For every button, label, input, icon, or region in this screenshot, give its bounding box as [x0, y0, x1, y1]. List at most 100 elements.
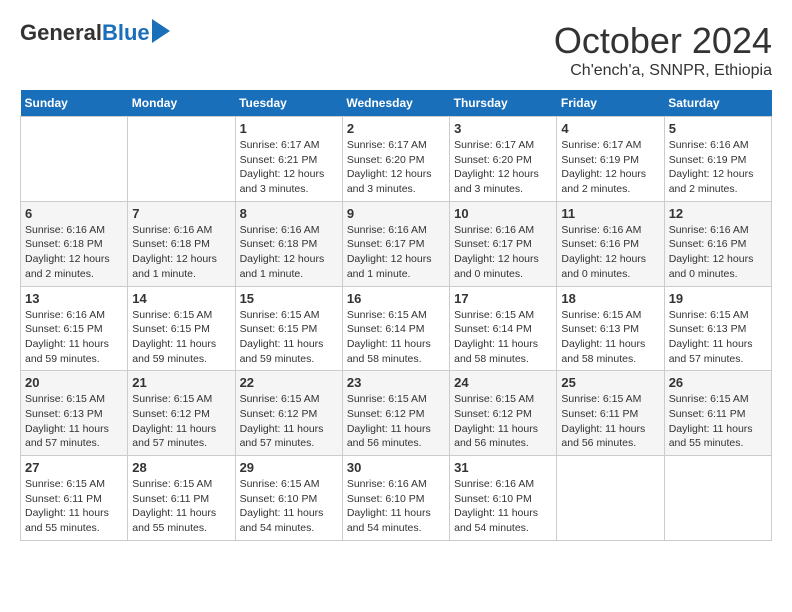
day-info: Sunrise: 6:15 AM Sunset: 6:12 PM Dayligh… — [454, 392, 552, 451]
calendar-cell: 8Sunrise: 6:16 AM Sunset: 6:18 PM Daylig… — [235, 201, 342, 286]
calendar-cell: 14 Sunrise: 6:15 AM Sunset: 6:15 PM Dayli… — [128, 286, 235, 371]
page-header: General Blue October 2024 Ch'ench'a, SNN… — [20, 20, 772, 80]
week-row-4: 20 Sunrise: 6:15 AM Sunset: 6:13 PM Dayli… — [21, 371, 772, 456]
day-number: 28 — [132, 460, 230, 475]
month-title: October 2024 — [554, 20, 772, 62]
day-number: 24 — [454, 375, 552, 390]
calendar-cell: 25 Sunrise: 6:15 AM Sunset: 6:11 PM Dayli… — [557, 371, 664, 456]
day-info: Sunrise: 6:16 AM Sunset: 6:18 PM Dayligh… — [132, 223, 230, 282]
calendar-cell: 4Sunrise: 6:17 AM Sunset: 6:19 PM Daylig… — [557, 117, 664, 202]
day-info: Sunrise: 6:15 AM Sunset: 6:11 PM Dayligh… — [561, 392, 659, 451]
calendar-cell — [21, 117, 128, 202]
day-info: Sunrise: 6:15 AM Sunset: 6:11 PM Dayligh… — [132, 477, 230, 536]
day-number: 8 — [240, 206, 338, 221]
calendar-cell: 12 Sunrise: 6:16 AM Sunset: 6:16 PM Dayli… — [664, 201, 771, 286]
day-info: Sunrise: 6:15 AM Sunset: 6:12 PM Dayligh… — [240, 392, 338, 451]
location-subtitle: Ch'ench'a, SNNPR, Ethiopia — [554, 62, 772, 80]
calendar-cell: 5 Sunrise: 6:16 AM Sunset: 6:19 PM Daylig… — [664, 117, 771, 202]
calendar-cell: 26 Sunrise: 6:15 AM Sunset: 6:11 PM Dayli… — [664, 371, 771, 456]
day-header-sunday: Sunday — [21, 90, 128, 117]
day-number: 3 — [454, 121, 552, 136]
calendar-cell: 15Sunrise: 6:15 AM Sunset: 6:15 PM Dayli… — [235, 286, 342, 371]
day-number: 19 — [669, 291, 767, 306]
day-info: Sunrise: 6:17 AM Sunset: 6:21 PM Dayligh… — [240, 138, 338, 197]
day-number: 4 — [561, 121, 659, 136]
day-info: Sunrise: 6:16 AM Sunset: 6:19 PM Dayligh… — [669, 138, 767, 197]
day-info: Sunrise: 6:16 AM Sunset: 6:10 PM Dayligh… — [454, 477, 552, 536]
day-header-wednesday: Wednesday — [342, 90, 449, 117]
day-number: 13 — [25, 291, 123, 306]
calendar-cell: 11Sunrise: 6:16 AM Sunset: 6:16 PM Dayli… — [557, 201, 664, 286]
logo-arrow-icon — [152, 19, 170, 43]
week-row-5: 27 Sunrise: 6:15 AM Sunset: 6:11 PM Dayli… — [21, 456, 772, 541]
day-info: Sunrise: 6:15 AM Sunset: 6:10 PM Dayligh… — [240, 477, 338, 536]
day-number: 25 — [561, 375, 659, 390]
calendar-cell — [557, 456, 664, 541]
calendar-cell: 1 Sunrise: 6:17 AM Sunset: 6:21 PM Daylig… — [235, 117, 342, 202]
day-number: 5 — [669, 121, 767, 136]
calendar-cell: 13Sunrise: 6:16 AM Sunset: 6:15 PM Dayli… — [21, 286, 128, 371]
day-number: 12 — [669, 206, 767, 221]
day-number: 7 — [132, 206, 230, 221]
day-number: 31 — [454, 460, 552, 475]
calendar-cell: 6Sunrise: 6:16 AM Sunset: 6:18 PM Daylig… — [21, 201, 128, 286]
day-header-thursday: Thursday — [450, 90, 557, 117]
calendar-cell: 31 Sunrise: 6:16 AM Sunset: 6:10 PM Dayli… — [450, 456, 557, 541]
title-block: October 2024 Ch'ench'a, SNNPR, Ethiopia — [554, 20, 772, 80]
day-info: Sunrise: 6:15 AM Sunset: 6:14 PM Dayligh… — [347, 308, 445, 367]
calendar-cell: 2Sunrise: 6:17 AM Sunset: 6:20 PM Daylig… — [342, 117, 449, 202]
calendar-cell: 10 Sunrise: 6:16 AM Sunset: 6:17 PM Dayli… — [450, 201, 557, 286]
logo-general: General — [20, 20, 102, 46]
calendar-cell: 23 Sunrise: 6:15 AM Sunset: 6:12 PM Dayli… — [342, 371, 449, 456]
day-info: Sunrise: 6:15 AM Sunset: 6:13 PM Dayligh… — [669, 308, 767, 367]
day-number: 11 — [561, 206, 659, 221]
day-info: Sunrise: 6:15 AM Sunset: 6:12 PM Dayligh… — [347, 392, 445, 451]
calendar-cell: 22 Sunrise: 6:15 AM Sunset: 6:12 PM Dayli… — [235, 371, 342, 456]
day-number: 17 — [454, 291, 552, 306]
day-number: 1 — [240, 121, 338, 136]
calendar-cell: 20 Sunrise: 6:15 AM Sunset: 6:13 PM Dayli… — [21, 371, 128, 456]
day-info: Sunrise: 6:17 AM Sunset: 6:20 PM Dayligh… — [454, 138, 552, 197]
day-number: 30 — [347, 460, 445, 475]
day-info: Sunrise: 6:15 AM Sunset: 6:14 PM Dayligh… — [454, 308, 552, 367]
calendar-cell — [664, 456, 771, 541]
week-row-2: 6Sunrise: 6:16 AM Sunset: 6:18 PM Daylig… — [21, 201, 772, 286]
day-info: Sunrise: 6:17 AM Sunset: 6:20 PM Dayligh… — [347, 138, 445, 197]
calendar-cell: 3 Sunrise: 6:17 AM Sunset: 6:20 PM Daylig… — [450, 117, 557, 202]
day-number: 18 — [561, 291, 659, 306]
day-info: Sunrise: 6:15 AM Sunset: 6:13 PM Dayligh… — [25, 392, 123, 451]
day-number: 22 — [240, 375, 338, 390]
calendar-cell: 21Sunrise: 6:15 AM Sunset: 6:12 PM Dayli… — [128, 371, 235, 456]
day-number: 10 — [454, 206, 552, 221]
day-header-friday: Friday — [557, 90, 664, 117]
calendar-cell: 7 Sunrise: 6:16 AM Sunset: 6:18 PM Daylig… — [128, 201, 235, 286]
calendar-cell: 24 Sunrise: 6:15 AM Sunset: 6:12 PM Dayli… — [450, 371, 557, 456]
calendar-cell: 19 Sunrise: 6:15 AM Sunset: 6:13 PM Dayli… — [664, 286, 771, 371]
day-number: 15 — [240, 291, 338, 306]
calendar-cell: 17 Sunrise: 6:15 AM Sunset: 6:14 PM Dayli… — [450, 286, 557, 371]
day-info: Sunrise: 6:15 AM Sunset: 6:11 PM Dayligh… — [669, 392, 767, 451]
week-row-1: 1 Sunrise: 6:17 AM Sunset: 6:21 PM Daylig… — [21, 117, 772, 202]
calendar-cell: 30 Sunrise: 6:16 AM Sunset: 6:10 PM Dayli… — [342, 456, 449, 541]
day-info: Sunrise: 6:16 AM Sunset: 6:17 PM Dayligh… — [454, 223, 552, 282]
day-info: Sunrise: 6:15 AM Sunset: 6:12 PM Dayligh… — [132, 392, 230, 451]
day-number: 26 — [669, 375, 767, 390]
day-number: 14 — [132, 291, 230, 306]
day-number: 16 — [347, 291, 445, 306]
calendar-cell — [128, 117, 235, 202]
day-info: Sunrise: 6:16 AM Sunset: 6:10 PM Dayligh… — [347, 477, 445, 536]
day-header-tuesday: Tuesday — [235, 90, 342, 117]
day-number: 23 — [347, 375, 445, 390]
logo: General Blue — [20, 20, 170, 46]
day-info: Sunrise: 6:16 AM Sunset: 6:18 PM Dayligh… — [25, 223, 123, 282]
day-info: Sunrise: 6:16 AM Sunset: 6:16 PM Dayligh… — [669, 223, 767, 282]
calendar-cell: 27Sunrise: 6:15 AM Sunset: 6:11 PM Dayli… — [21, 456, 128, 541]
day-info: Sunrise: 6:15 AM Sunset: 6:15 PM Dayligh… — [132, 308, 230, 367]
day-header-monday: Monday — [128, 90, 235, 117]
calendar-cell: 16 Sunrise: 6:15 AM Sunset: 6:14 PM Dayli… — [342, 286, 449, 371]
calendar-cell: 29Sunrise: 6:15 AM Sunset: 6:10 PM Dayli… — [235, 456, 342, 541]
day-number: 27 — [25, 460, 123, 475]
calendar-cell: 18Sunrise: 6:15 AM Sunset: 6:13 PM Dayli… — [557, 286, 664, 371]
day-number: 20 — [25, 375, 123, 390]
day-header-saturday: Saturday — [664, 90, 771, 117]
